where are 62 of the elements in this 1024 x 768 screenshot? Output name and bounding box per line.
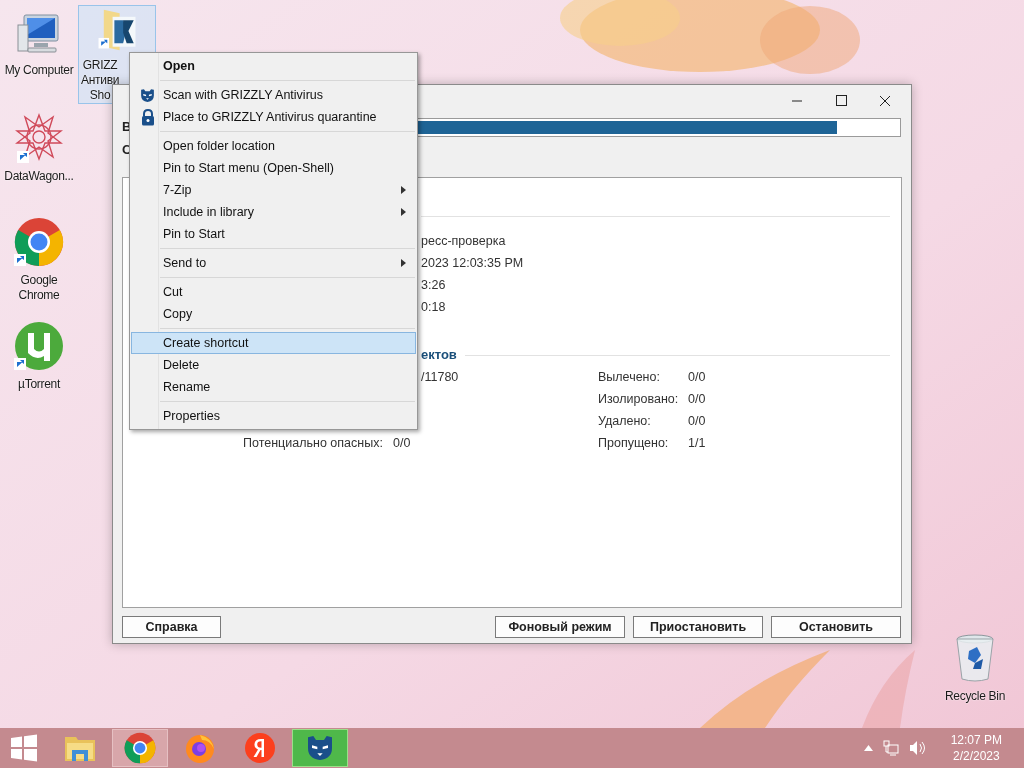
icon-label: DataWagon... xyxy=(4,169,74,184)
desktop-icon[interactable]: My Computer xyxy=(0,8,78,79)
menu-item[interactable]: Delete xyxy=(131,354,416,376)
submenu-arrow-icon xyxy=(401,259,406,267)
star-flower-icon xyxy=(15,113,63,163)
section-title: ектов xyxy=(421,346,457,365)
menu-item[interactable]: Rename xyxy=(131,376,416,398)
dialog-button[interactable]: Фоновый режим xyxy=(495,616,625,638)
stat-label: Вылечено: xyxy=(598,368,660,386)
menu-item[interactable]: Create shortcut xyxy=(131,332,416,354)
menu-item[interactable]: Open folder location xyxy=(131,135,416,157)
stat-label: Потенциально опасных: xyxy=(243,434,383,452)
yandex-browser-icon[interactable] xyxy=(244,732,276,764)
info-value: 2023 12:03:35 PM xyxy=(421,254,524,272)
icon-label: Recycle Bin xyxy=(944,689,1006,704)
dialog-button[interactable]: Справка xyxy=(122,616,221,638)
icon-label: My Computer xyxy=(4,63,74,78)
stat-value: /11780 xyxy=(421,368,459,386)
desktop-icon[interactable]: Google Chrome xyxy=(0,214,78,304)
submenu-arrow-icon xyxy=(401,186,406,194)
stat-value: 0/0 xyxy=(688,368,706,386)
lock-icon xyxy=(140,108,155,126)
info-value: ресс-проверка xyxy=(421,232,506,250)
stat-value: 0/0 xyxy=(393,434,411,452)
info-value: 3:26 xyxy=(421,276,446,294)
icon-label: Google Chrome xyxy=(18,273,60,303)
dialog-button[interactable]: Остановить xyxy=(771,616,901,638)
menu-item[interactable]: Pin to Start xyxy=(131,223,416,245)
desktop-icon[interactable]: Recycle Bin xyxy=(935,630,1015,705)
taskbar-button[interactable] xyxy=(292,729,348,767)
taskbar-button[interactable] xyxy=(112,729,168,767)
chrome-icon xyxy=(14,217,64,267)
stat-value: 1/1 xyxy=(688,434,706,452)
stat-value: 0/0 xyxy=(688,412,706,430)
submenu-arrow-icon xyxy=(401,208,406,216)
stat-label: Изолировано: xyxy=(598,390,679,408)
menu-item[interactable]: Copy xyxy=(131,303,416,325)
menu-item[interactable]: Pin to Start menu (Open-Shell) xyxy=(131,157,416,179)
network-icon[interactable] xyxy=(882,740,899,756)
icon-label: GRIZZ Антиви Sho xyxy=(80,58,120,103)
menu-item[interactable]: Cut xyxy=(131,281,416,303)
stat-value: 0/0 xyxy=(688,390,706,408)
chrome-icon[interactable] xyxy=(124,732,156,764)
caret-up-icon[interactable] xyxy=(863,745,873,751)
firefox-icon[interactable] xyxy=(184,732,216,764)
menu-item[interactable]: Send to xyxy=(131,252,416,274)
menu-item[interactable]: 7-Zip xyxy=(131,179,416,201)
dialog-button[interactable]: Приостановить xyxy=(633,616,763,638)
torrent-icon xyxy=(14,321,64,371)
stat-label: Удалено: xyxy=(598,412,651,430)
menu-item[interactable]: Include in library xyxy=(131,201,416,223)
icon-label: µTorrent xyxy=(18,377,60,392)
desktop-icon[interactable]: µTorrent xyxy=(0,318,78,393)
speaker-icon[interactable] xyxy=(908,740,927,756)
stat-label: Пропущено: xyxy=(598,434,669,452)
menu-item[interactable]: Place to GRIZZLY Antivirus quarantine xyxy=(131,106,416,128)
desktop-icon[interactable]: DataWagon... xyxy=(0,110,78,185)
recycle-bin-icon xyxy=(955,633,995,683)
windows-start-icon[interactable] xyxy=(10,734,38,762)
menu-item[interactable]: Properties xyxy=(131,405,416,427)
info-value: 0:18 xyxy=(421,298,446,316)
bear-icon xyxy=(139,86,156,104)
